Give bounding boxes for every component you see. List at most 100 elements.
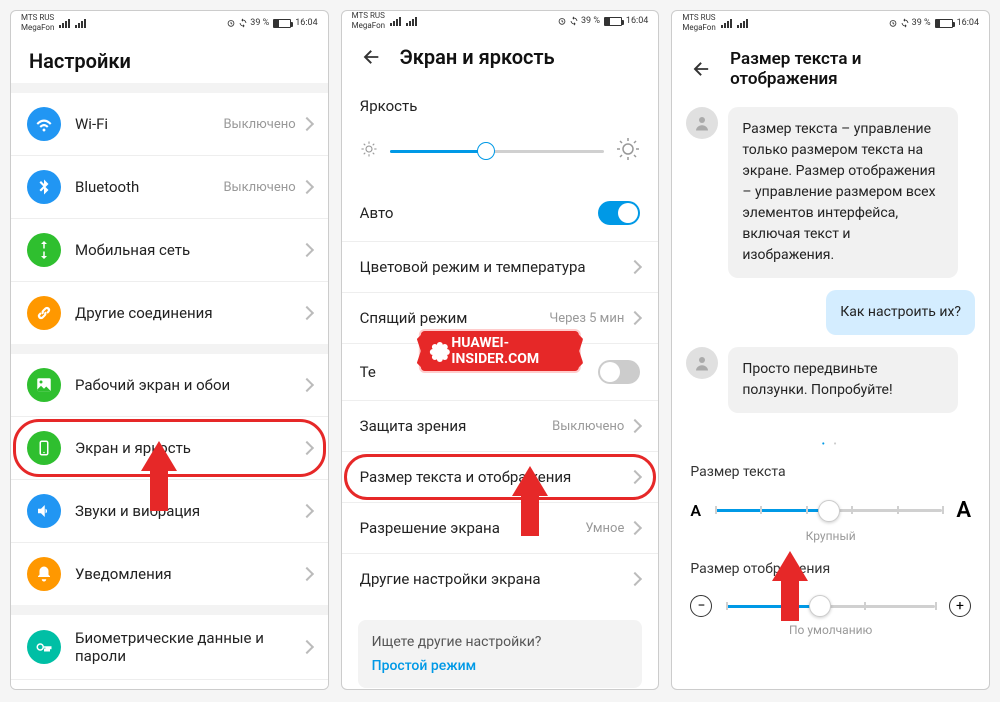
letter-a-big-icon: A (956, 498, 971, 523)
row-more-display[interactable]: Другие настройки экрана (342, 554, 659, 604)
row-resolution[interactable]: Разрешение экрана Умное (342, 503, 659, 554)
row-auto-brightness[interactable]: Авто (342, 185, 659, 242)
row-label: Экран и яркость (75, 439, 302, 457)
clock: 16:04 (295, 18, 317, 28)
brightness-heading: Яркость (342, 79, 659, 123)
phone-icon (27, 431, 61, 465)
chat-bubble-user: Как настроить их? (826, 290, 975, 335)
row-label: Уведомления (75, 565, 302, 583)
sun-big-icon (616, 137, 640, 165)
signal-icon (721, 19, 732, 28)
signal-icon-2 (75, 19, 86, 28)
chat-bubble: Просто передвиньте ползунки. Попробуйте! (728, 347, 958, 413)
row-label: Другие настройки экрана (360, 570, 631, 588)
chevron-right-icon (300, 640, 314, 654)
brightness-slider[interactable] (390, 150, 605, 153)
minus-icon[interactable]: − (690, 595, 712, 617)
phone-screen-display: MTS RUS MegaFon 39 % 16:04 Экран и яркос… (341, 10, 660, 690)
auto-toggle[interactable] (598, 201, 640, 225)
row-label: Защита зрения (360, 417, 552, 435)
battery-icon (273, 19, 291, 28)
text-size-heading: Размер текста (690, 464, 971, 480)
row-apps[interactable]: Приложения (11, 680, 328, 689)
row -value: Через 5 мин (549, 311, 624, 326)
sync-icon (900, 18, 910, 28)
battery-pct: 39 % (912, 18, 931, 28)
row-notifications[interactable]: Уведомления (11, 543, 328, 605)
row-label: Мобильная сеть (75, 241, 302, 259)
carrier-1: MTS RUS (21, 13, 54, 22)
mobile-data-icon (27, 233, 61, 267)
row-label: Авто (360, 204, 599, 222)
row-biometrics[interactable]: Биометрические данные и пароли (11, 615, 328, 680)
row-eye-comfort[interactable]: Защита зрения Выключено (342, 401, 659, 452)
speaker-icon (27, 494, 61, 528)
row-label: Bluetooth (75, 178, 223, 196)
header: Настройки (11, 35, 328, 83)
watermark-text: HUAWEI-INSIDER.COM (451, 335, 569, 367)
page-title: Экран и яркость (400, 45, 555, 69)
battery-icon (604, 17, 622, 26)
sun-small-icon (360, 140, 378, 162)
display-size-slider[interactable] (726, 605, 935, 608)
chevron-right-icon (300, 441, 314, 455)
bluetooth-icon (27, 170, 61, 204)
display-size-slider-row: − + (690, 595, 971, 617)
back-arrow-icon[interactable] (690, 58, 712, 80)
chevron-right-icon (300, 306, 314, 320)
chevron-right-icon (628, 470, 642, 484)
image-icon (27, 368, 61, 402)
chevron-right-icon (300, 243, 314, 257)
toggle[interactable] (598, 360, 640, 384)
row-label: Звуки и вибрация (75, 502, 302, 520)
clock: 16:04 (957, 18, 979, 28)
row-value: Выключено (223, 180, 295, 195)
link-icon (27, 296, 61, 330)
phone-screen-text-size: MTS RUS MegaFon 39 % 16:04 Размер текста… (671, 10, 990, 690)
letter-a-small-icon: A (690, 501, 701, 520)
row-value: Умное (585, 521, 624, 536)
row-other-connections[interactable]: Другие соединения (11, 282, 328, 344)
status-bar: MTS RUS MegaFon 39 % 16:04 (11, 11, 328, 35)
header: Размер текста и отображения (672, 35, 989, 99)
settings-list: Wi-Fi Выключено Bluetooth Выключено Моби… (11, 83, 328, 689)
row-value: Выключено (223, 117, 295, 132)
row-label: Цветовой режим и температура (360, 258, 631, 276)
avatar-icon (686, 107, 718, 139)
chevron-right-icon (300, 180, 314, 194)
back-arrow-icon[interactable] (360, 46, 382, 68)
row-color-mode[interactable]: Цветовой режим и температура (342, 242, 659, 293)
chevron-right-icon (300, 567, 314, 581)
row-label: Размер текста и отображения (360, 468, 631, 486)
red-arrow-annotation (512, 466, 548, 496)
row-mobile[interactable]: Мобильная сеть (11, 219, 328, 282)
avatar-icon (686, 347, 718, 379)
battery-pct: 39 % (250, 18, 269, 28)
signal-icon (59, 19, 70, 28)
row-sounds[interactable]: Звуки и вибрация (11, 480, 328, 543)
text-size-slider[interactable] (715, 509, 942, 512)
watermark-badge: HUAWEI-INSIDER.COM (421, 331, 579, 371)
row-label: Спящий режим (360, 309, 550, 327)
row-text-display-size[interactable]: Размер текста и отображения (342, 452, 659, 503)
signal-icon (390, 17, 401, 26)
page-indicator: • • (672, 439, 989, 450)
row-home-wallpaper[interactable]: Рабочий экран и обои (11, 354, 328, 417)
header: Экран и яркость (342, 31, 659, 79)
key-icon (27, 630, 61, 664)
row-label: Разрешение экрана (360, 519, 586, 537)
hint-box: Ищете другие настройки? Простой режим (358, 620, 643, 688)
red-arrow-annotation (141, 441, 177, 471)
chevron-right-icon (300, 504, 314, 518)
row-bluetooth[interactable]: Bluetooth Выключено (11, 156, 328, 219)
page-title: Настройки (29, 49, 131, 73)
chevron-right-icon (628, 572, 642, 586)
hint-link-simple-mode[interactable]: Простой режим (372, 658, 629, 674)
row-wifi[interactable]: Wi-Fi Выключено (11, 93, 328, 156)
plus-icon[interactable]: + (949, 595, 971, 617)
battery-icon (935, 19, 953, 28)
bell-icon (27, 557, 61, 591)
clock: 16:04 (626, 16, 648, 26)
chevron-right-icon (628, 311, 642, 325)
display-size-value: По умолчанию (690, 623, 971, 637)
